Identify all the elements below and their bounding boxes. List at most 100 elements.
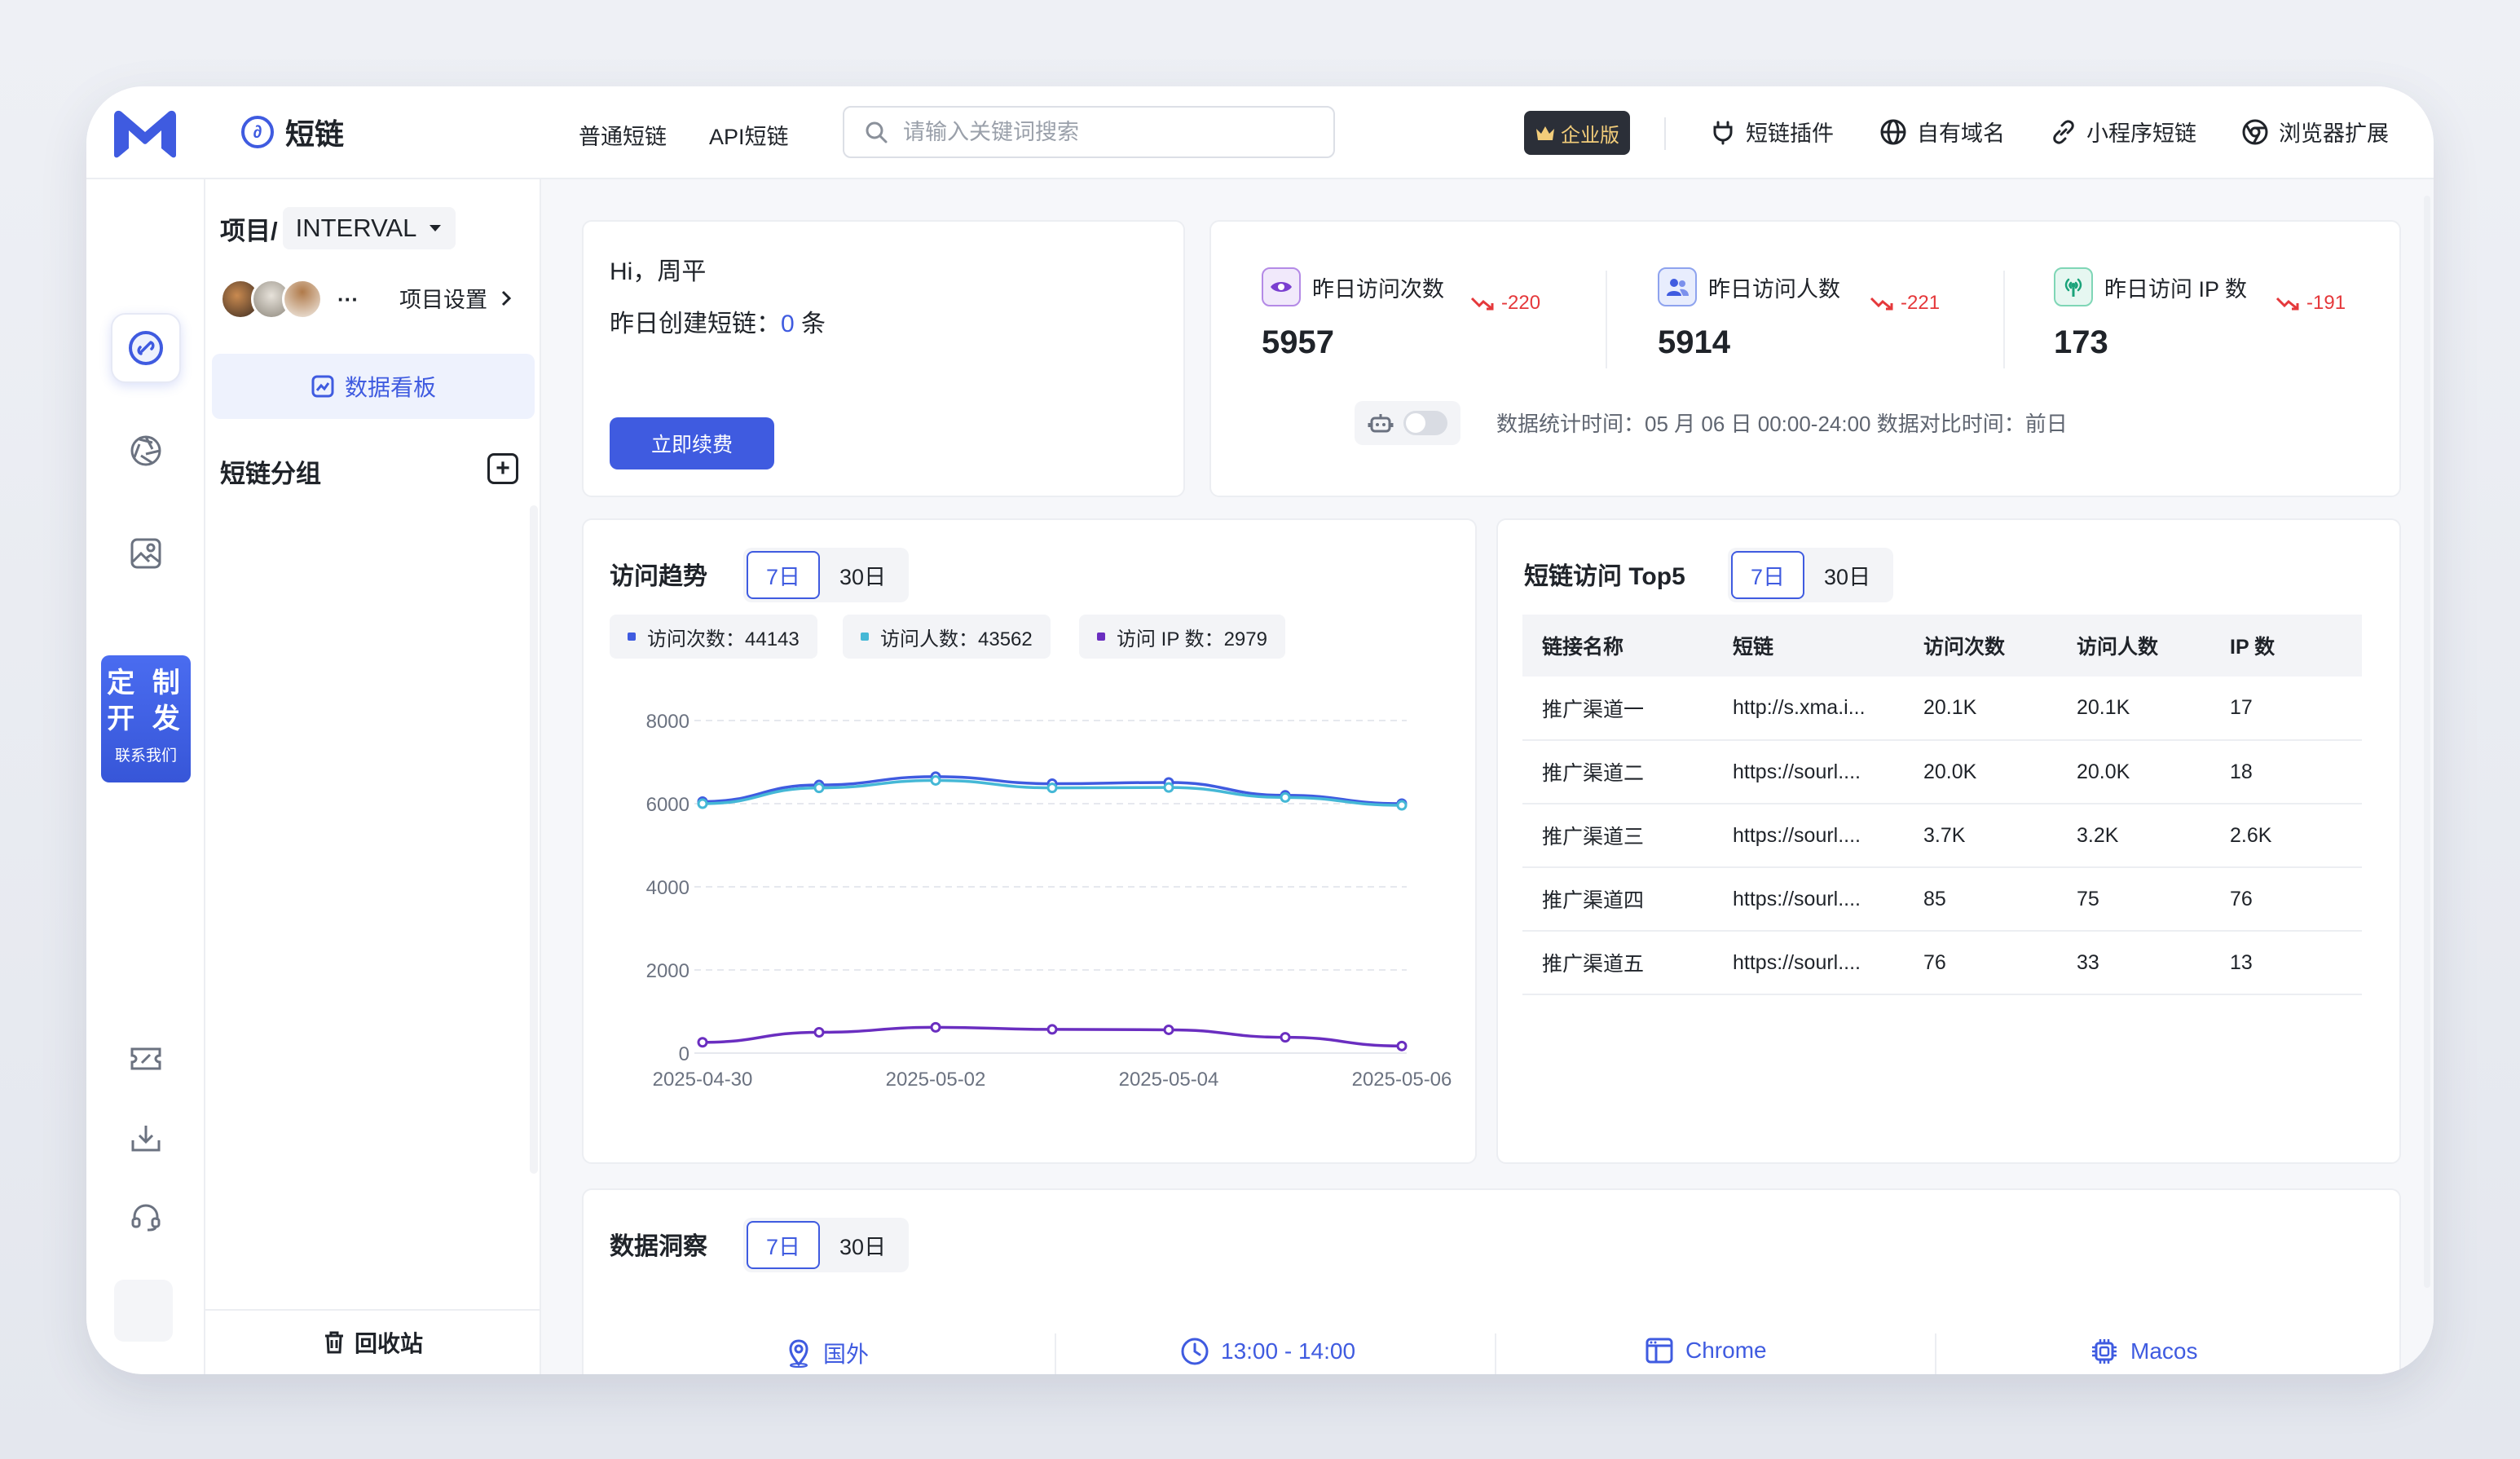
cell-link-name: 推广渠道四	[1522, 867, 1713, 932]
project-settings-link[interactable]: 项目设置	[399, 282, 512, 314]
legend-visits[interactable]: 访问次数：44143	[610, 615, 817, 659]
contact-us-label: 联系我们	[114, 747, 177, 765]
insight-os[interactable]: Macos	[2090, 1337, 2197, 1366]
search-input[interactable]	[903, 119, 1294, 145]
download-icon	[131, 1126, 161, 1152]
stat-ip-delta-value: -191	[2306, 292, 2346, 314]
table-row[interactable]: 推广渠道四 https://sourl.... 85 75 76	[1522, 867, 2362, 932]
col-users[interactable]: 访问人数	[2057, 615, 2210, 677]
project-sidebar: 项目/ INTERVAL ··· 项目设置 数据看板 短链分组 + 回收站	[205, 179, 541, 1374]
product-brand[interactable]: ∂ 短链	[241, 111, 344, 153]
cell-users: 20.0K	[2057, 740, 2210, 804]
cell-short-link[interactable]: https://sourl....	[1713, 867, 1904, 932]
trend-down-icon	[2275, 297, 2299, 311]
recycle-bin-button[interactable]: 回收站	[205, 1309, 540, 1374]
app-logo-icon[interactable]	[111, 108, 179, 160]
rail-download-button[interactable]	[111, 1104, 181, 1174]
tab-30d[interactable]: 30日	[1804, 551, 1890, 599]
trend-chart[interactable]: 0 2000 4000 6000 8000 2025-04-30 2025-05-02 202…	[584, 675, 1478, 1164]
insight-region[interactable]: 国外	[786, 1337, 869, 1369]
insight-divider	[1935, 1333, 1936, 1374]
legend-ip[interactable]: 访问 IP 数：2979	[1079, 615, 1285, 659]
stat-ip-label: 昨日访问 IP 数	[2104, 276, 2248, 302]
rail-user-slot[interactable]	[114, 1280, 173, 1342]
cell-short-link[interactable]: https://sourl....	[1713, 931, 1904, 995]
col-link-name[interactable]: 链接名称	[1522, 615, 1713, 677]
tool-domain[interactable]: 自有域名	[1879, 116, 2005, 148]
main-scrollbar[interactable]	[2424, 196, 2430, 1288]
table-row[interactable]: 推广渠道五 https://sourl.... 76 33 13	[1522, 931, 2362, 995]
cell-users: 3.2K	[2057, 804, 2210, 868]
stat-visits-delta: -220	[1470, 292, 1540, 315]
greeting: Hi，周平	[610, 258, 707, 285]
cell-short-link[interactable]: https://sourl....	[1713, 740, 1904, 804]
project-name: INTERVAL	[295, 214, 417, 242]
data-point	[1163, 1024, 1174, 1035]
table-header-row: 链接名称 短链 访问次数 访问人数 IP 数	[1522, 615, 2362, 677]
globe-icon	[1880, 119, 1906, 144]
cell-ip: 76	[2210, 867, 2362, 932]
robot-toggle[interactable]	[1355, 401, 1460, 445]
data-point	[1396, 800, 1408, 811]
tab-7d[interactable]: 7日	[747, 551, 821, 599]
tab-7d[interactable]: 7日	[747, 1221, 821, 1269]
search-box[interactable]	[843, 106, 1335, 158]
tab-7d[interactable]: 7日	[1731, 551, 1805, 599]
aperture-icon	[130, 435, 161, 466]
tab-30d[interactable]: 30日	[820, 551, 905, 599]
search-icon	[866, 121, 888, 143]
tool-miniprogram[interactable]: 小程序短链	[2051, 116, 2196, 148]
member-avatars[interactable]: ···	[220, 279, 359, 320]
rail-support-button[interactable]	[111, 1182, 181, 1252]
col-ip[interactable]: IP 数	[2210, 615, 2362, 677]
data-point	[1046, 782, 1058, 794]
sidebar-scrollbar[interactable]	[530, 505, 538, 1174]
tool-extension[interactable]: 浏览器扩展	[2241, 116, 2389, 148]
data-point	[813, 1027, 825, 1038]
enterprise-label: 企业版	[1561, 124, 1619, 147]
insight-time[interactable]: 13:00 - 14:00	[1180, 1337, 1355, 1366]
stat-users-delta: -221	[1870, 292, 1940, 315]
cell-short-link[interactable]: http://s.xma.i...	[1713, 677, 1904, 741]
stat-ip-delta: -191	[2275, 292, 2346, 315]
tool-plugin[interactable]: 短链插件	[1710, 116, 1834, 148]
cell-visits: 20.1K	[1904, 677, 2057, 741]
table-row[interactable]: 推广渠道三 https://sourl.... 3.7K 3.2K 2.6K	[1522, 804, 2362, 868]
rail-coupon-button[interactable]	[111, 1024, 181, 1094]
y-tick-label: 6000	[646, 794, 689, 816]
enterprise-badge[interactable]: 企业版	[1524, 111, 1630, 155]
custom-dev-card[interactable]: 定 制 开 发 联系我们	[101, 655, 191, 782]
created-count: 0	[781, 311, 795, 337]
data-point	[697, 1037, 708, 1048]
add-group-button[interactable]: +	[487, 453, 518, 484]
legend-dot	[861, 633, 869, 641]
image-icon	[130, 538, 161, 569]
cell-link-name: 推广渠道三	[1522, 804, 1713, 868]
stat-users-label: 昨日访问人数	[1708, 276, 1840, 302]
y-tick-label: 4000	[646, 877, 689, 899]
nav-api-link[interactable]: API短链	[709, 119, 789, 151]
insight-browser[interactable]: Chrome	[1645, 1337, 1767, 1364]
table-row[interactable]: 推广渠道二 https://sourl.... 20.0K 20.0K 18	[1522, 740, 2362, 804]
rail-shortlink-button[interactable]	[111, 313, 181, 383]
signal-icon	[2054, 267, 2093, 306]
dashboard-nav-item[interactable]: 数据看板	[212, 354, 535, 419]
col-visits[interactable]: 访问次数	[1904, 615, 2057, 677]
brand-label: 短链	[285, 117, 345, 151]
rail-aperture-button[interactable]	[111, 416, 181, 486]
legend-users[interactable]: 访问人数：43562	[843, 615, 1051, 659]
stat-users-value: 5914	[1658, 324, 1730, 360]
rail-image-button[interactable]	[111, 518, 181, 588]
more-members-indicator[interactable]: ···	[337, 287, 359, 312]
tab-30d[interactable]: 30日	[820, 1221, 905, 1269]
project-selector[interactable]: INTERVAL	[282, 207, 456, 249]
custom-dev-line1: 定 制	[107, 668, 185, 699]
cell-short-link[interactable]: https://sourl....	[1713, 804, 1904, 868]
renew-button[interactable]: 立即续费	[610, 417, 774, 469]
data-point	[1046, 1024, 1058, 1035]
table-row[interactable]: 推广渠道一 http://s.xma.i... 20.1K 20.1K 17	[1522, 677, 2362, 741]
nav-normal-link[interactable]: 普通短链	[579, 119, 667, 151]
toggle-switch[interactable]	[1403, 411, 1447, 435]
data-point	[697, 798, 708, 809]
col-short-link[interactable]: 短链	[1713, 615, 1904, 677]
